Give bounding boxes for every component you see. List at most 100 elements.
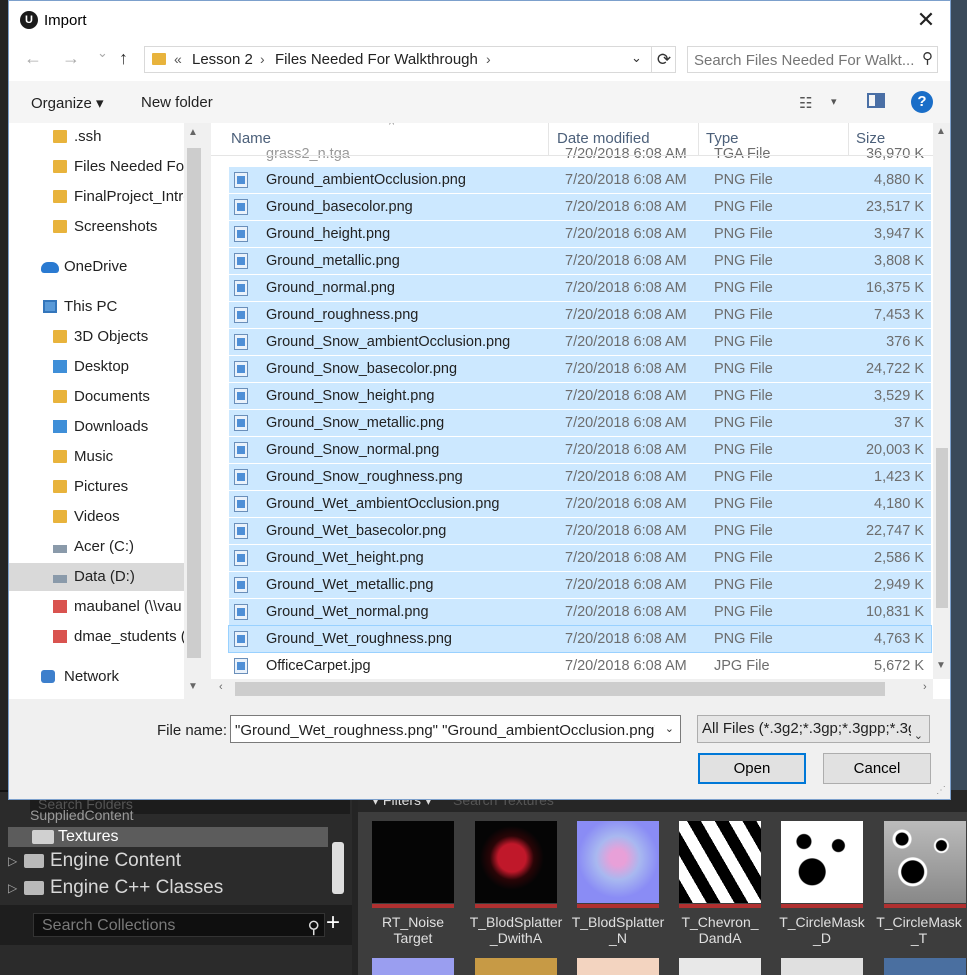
sidebar-item-acer-c[interactable]: Acer (C:) [9, 533, 184, 561]
asset-thumbnail[interactable] [577, 821, 659, 908]
help-icon[interactable]: ? [911, 91, 933, 113]
breadcrumb-files-needed[interactable]: Files Needed For Walkthrough [275, 51, 478, 68]
table-row[interactable]: Ground_Wet_height.png 7/20/2018 6:08 AM PN… [229, 545, 931, 571]
asset-thumbnail[interactable] [577, 958, 659, 975]
sidebar-item-files-needed[interactable]: Files Needed For [9, 153, 184, 181]
expand-arrow-icon[interactable]: ▷ [8, 848, 18, 874]
search-input[interactable] [694, 50, 914, 70]
asset-thumbnail[interactable] [884, 958, 966, 975]
sidebar-item-network[interactable]: Network [9, 663, 184, 691]
tree-item-engine-content[interactable]: ▷ Engine Content [8, 848, 181, 874]
sidebar-item-onedrive[interactable]: OneDrive [9, 253, 184, 281]
sidebar-item-data-d[interactable]: Data (D:) [9, 563, 184, 591]
asset-thumbnail[interactable] [679, 821, 761, 908]
expand-arrow-icon[interactable]: ▷ [8, 875, 18, 901]
sidebar-item-documents[interactable]: Documents [9, 383, 184, 411]
forward-button[interactable]: → [62, 48, 80, 69]
table-row[interactable]: Ground_metallic.png 7/20/2018 6:08 AM PNG … [229, 248, 931, 274]
sidebar-item-music[interactable]: Music [9, 443, 184, 471]
chevron-down-icon[interactable]: ⌄ [910, 723, 923, 742]
table-row[interactable]: OfficeCarpet.jpg 7/20/2018 6:08 AM JPG Fil… [229, 653, 931, 679]
asset-thumbnail[interactable] [781, 821, 863, 908]
table-row[interactable]: Ground_normal.png 7/20/2018 6:08 AM PNG Fi… [229, 275, 931, 301]
file-list-vertical-scrollbar[interactable]: ▲ ▼ [933, 123, 950, 679]
chevron-down-icon[interactable]: ⌄ [665, 722, 674, 735]
table-row[interactable]: Ground_Snow_normal.png 7/20/2018 6:08 AM P… [229, 437, 931, 463]
asset-thumbnail[interactable] [372, 821, 454, 908]
file-name-input[interactable] [235, 720, 655, 740]
breadcrumb-lesson-2[interactable]: Lesson 2 [192, 51, 253, 68]
scrollbar-thumb[interactable] [936, 448, 948, 608]
file-name-combobox[interactable]: ⌄ [230, 715, 681, 743]
address-dropdown-icon[interactable]: ⌄ [631, 50, 642, 66]
scroll-right-icon[interactable]: › [923, 681, 927, 693]
table-row[interactable]: Ground_basecolor.png 7/20/2018 6:08 AM PNG… [229, 194, 931, 220]
scrollbar-thumb[interactable] [235, 682, 885, 696]
tree-item-textures[interactable]: Textures [8, 827, 328, 847]
sidebar-item-pictures[interactable]: Pictures [9, 473, 184, 501]
scroll-up-icon[interactable]: ▲ [936, 126, 946, 137]
file-type-select[interactable]: All Files (*.3g2;*.3gp;*.3gpp;*.3g ⌄ [697, 715, 930, 743]
recent-locations-button[interactable]: ⌄ [97, 45, 108, 61]
table-row[interactable]: Ground_Snow_metallic.png 7/20/2018 6:08 A… [229, 410, 931, 436]
table-row[interactable]: Ground_ambientOcclusion.png 7/20/2018 6:0… [229, 167, 931, 193]
scroll-down-icon[interactable]: ▼ [936, 660, 946, 671]
sidebar-item-dmae-students[interactable]: dmae_students ( [9, 623, 184, 651]
table-row[interactable]: Ground_Snow_basecolor.png 7/20/2018 6:08 … [229, 356, 931, 382]
scroll-up-icon[interactable]: ▲ [188, 127, 198, 138]
asset-thumbnail[interactable] [781, 958, 863, 975]
scroll-left-icon[interactable]: ‹ [219, 681, 223, 693]
open-button[interactable]: Open [698, 753, 806, 784]
sidebar-item-screenshots[interactable]: Screenshots [9, 213, 184, 241]
address-overflow[interactable]: « [174, 51, 182, 67]
change-view-icon[interactable]: ☷ [799, 94, 812, 112]
sidebar-item-ssh[interactable]: .ssh [9, 123, 184, 151]
breadcrumb-separator[interactable]: › [260, 51, 265, 67]
sidebar-item-this-pc[interactable]: This PC [9, 293, 184, 321]
scrollbar-thumb[interactable] [187, 148, 201, 658]
table-row[interactable]: Ground_Snow_roughness.png 7/20/2018 6:08 … [229, 464, 931, 490]
table-row[interactable]: Ground_Snow_ambientOcclusion.png 7/20/201… [229, 329, 931, 355]
table-row[interactable]: Ground_Wet_ambientOcclusion.png 7/20/2018… [229, 491, 931, 517]
file-list-horizontal-scrollbar[interactable]: ‹ › [211, 679, 933, 699]
table-row[interactable]: Ground_Wet_roughness.png 7/20/2018 6:08 A… [228, 625, 932, 653]
table-row[interactable]: Ground_Wet_normal.png 7/20/2018 6:08 AM PN… [229, 599, 931, 625]
table-row[interactable]: Ground_Wet_metallic.png 7/20/2018 6:08 AM… [229, 572, 931, 598]
sidebar-item-videos[interactable]: Videos [9, 503, 184, 531]
organize-button[interactable]: Organize ▾ [31, 94, 104, 112]
search-collections-input[interactable]: Search Collections ⚲ [33, 913, 325, 937]
up-button[interactable]: ↑ [119, 48, 128, 69]
asset-thumbnail[interactable] [372, 958, 454, 975]
title-bar[interactable]: U Import ✕ [9, 1, 950, 39]
navigation-scrollbar[interactable]: ▲ ▼ [184, 123, 204, 699]
preview-pane-icon[interactable] [867, 93, 885, 108]
tree-item-supplied-content[interactable]: SuppliedContent [30, 806, 134, 824]
table-row[interactable]: Ground_roughness.png 7/20/2018 6:08 AM PNG… [229, 302, 931, 328]
asset-thumbnail[interactable] [884, 821, 966, 908]
asset-thumbnail[interactable] [679, 958, 761, 975]
add-collection-icon[interactable]: + [326, 911, 340, 935]
search-box[interactable]: ⚲ [687, 46, 938, 73]
back-button[interactable]: ← [24, 48, 42, 69]
sidebar-item-downloads[interactable]: Downloads [9, 413, 184, 441]
sidebar-item-maubanel[interactable]: maubanel (\\vau [9, 593, 184, 621]
close-button[interactable]: ✕ [909, 5, 943, 35]
resize-grip-icon[interactable]: ⋰ [936, 785, 946, 796]
table-row[interactable]: grass2_n.tga 7/20/2018 6:08 AM TGA File … [229, 143, 931, 161]
new-folder-button[interactable]: New folder [141, 94, 213, 111]
asset-thumbnail[interactable] [475, 958, 557, 975]
tree-item-engine-cpp-classes[interactable]: ▷ Engine C++ Classes [8, 875, 223, 901]
cancel-button[interactable]: Cancel [823, 753, 931, 784]
sidebar-item-desktop[interactable]: Desktop [9, 353, 184, 381]
sidebar-item-3d-objects[interactable]: 3D Objects [9, 323, 184, 351]
address-bar[interactable]: « Lesson 2 › Files Needed For Walkthroug… [144, 46, 676, 73]
table-row[interactable]: Ground_Wet_basecolor.png 7/20/2018 6:08 A… [229, 518, 931, 544]
breadcrumb-separator[interactable]: › [486, 51, 491, 67]
sidebar-item-finalproject[interactable]: FinalProject_Intro [9, 183, 184, 211]
table-row[interactable]: Ground_Snow_height.png 7/20/2018 6:08 AM P… [229, 383, 931, 409]
asset-thumbnail[interactable] [475, 821, 557, 908]
scroll-down-icon[interactable]: ▼ [188, 681, 198, 692]
view-dropdown-icon[interactable]: ▾ [831, 95, 837, 108]
refresh-icon[interactable]: ⟳ [651, 47, 676, 72]
table-row[interactable]: Ground_height.png 7/20/2018 6:08 AM PNG Fi… [229, 221, 931, 247]
